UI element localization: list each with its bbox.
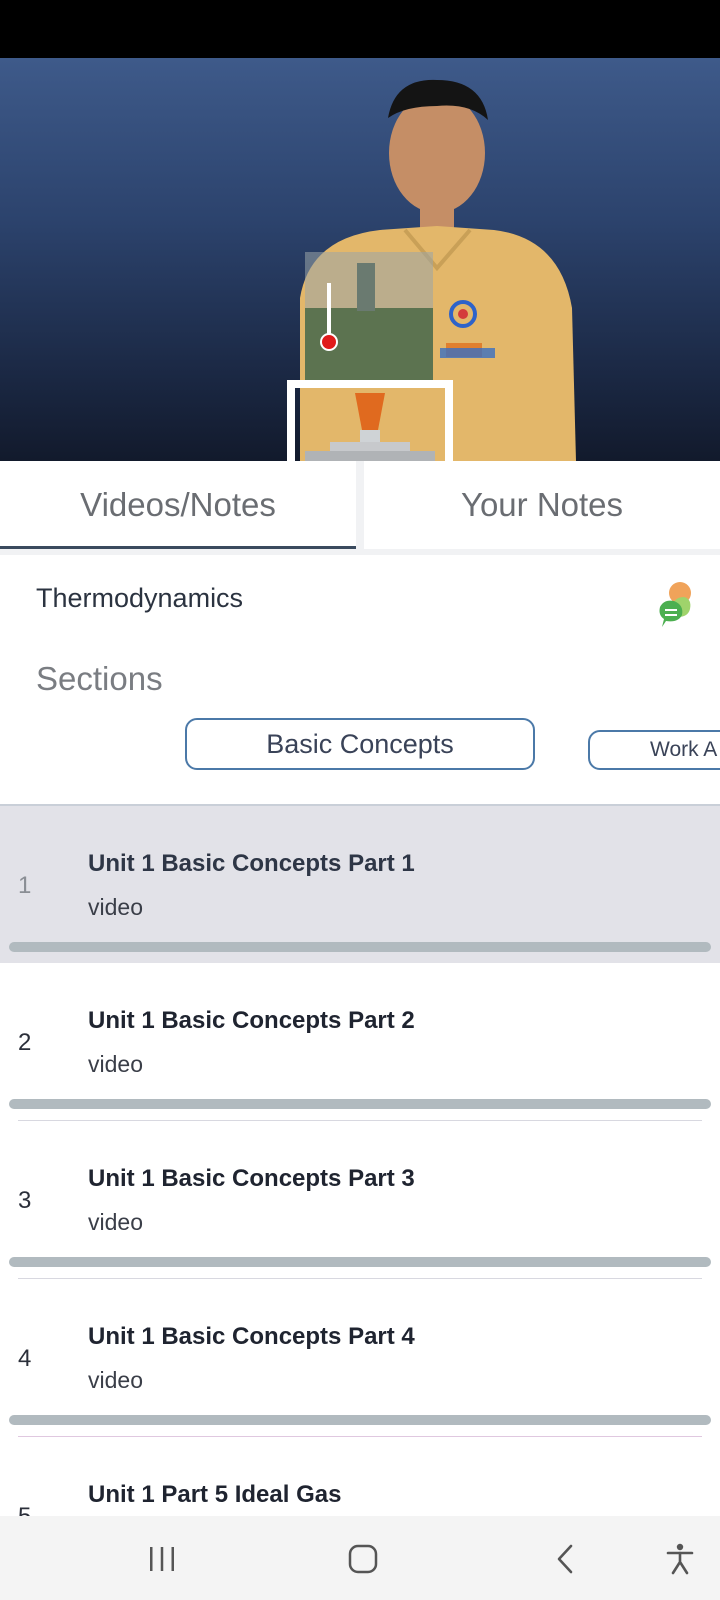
recent-apps-icon[interactable] <box>137 1534 187 1584</box>
lesson-index: 1 <box>18 872 32 899</box>
accessibility-icon[interactable] <box>655 1534 705 1584</box>
home-icon[interactable] <box>338 1534 388 1584</box>
lesson-row[interactable]: 1 Unit 1 Basic Concepts Part 1 video <box>0 806 720 963</box>
lesson-progress-bar <box>9 1257 711 1267</box>
content-tabs: Videos/Notes Your Notes <box>0 461 720 555</box>
lesson-index: 3 <box>18 1187 32 1214</box>
tab-videos-notes[interactable]: Videos/Notes <box>0 461 356 549</box>
lesson-row[interactable]: 2 Unit 1 Basic Concepts Part 2 video <box>0 963 720 1120</box>
lesson-progress-bar <box>9 1099 711 1109</box>
lesson-title: Unit 1 Part 5 Ideal Gas <box>88 1481 342 1508</box>
status-bar <box>0 0 720 58</box>
lesson-title: Unit 1 Basic Concepts Part 1 <box>88 850 415 877</box>
section-chip-work[interactable]: Work A <box>588 730 720 770</box>
section-chip-basic-concepts[interactable]: Basic Concepts <box>185 718 535 770</box>
lesson-type: video <box>88 1209 143 1235</box>
lesson-title: Unit 1 Basic Concepts Part 2 <box>88 1007 415 1034</box>
lecture-video-frame <box>287 79 576 461</box>
lesson-title: Unit 1 Basic Concepts Part 3 <box>88 1165 415 1192</box>
lesson-progress-bar <box>9 942 711 952</box>
lesson-progress-bar <box>9 1415 711 1425</box>
back-icon[interactable] <box>541 1534 591 1584</box>
tab-your-notes[interactable]: Your Notes <box>364 461 720 549</box>
lesson-row[interactable]: 3 Unit 1 Basic Concepts Part 3 video <box>0 1121 720 1278</box>
chat-bubbles-icon[interactable] <box>658 581 694 627</box>
lesson-row[interactable]: 4 Unit 1 Basic Concepts Part 4 video <box>0 1279 720 1436</box>
lesson-title: Unit 1 Basic Concepts Part 4 <box>88 1323 415 1350</box>
lesson-list: 1 Unit 1 Basic Concepts Part 1 video 2 U… <box>0 806 720 1516</box>
system-nav-bar <box>0 1516 720 1600</box>
lesson-row[interactable]: 5 Unit 1 Part 5 Ideal Gas video <box>0 1437 720 1516</box>
lesson-type: video <box>88 1051 143 1077</box>
lesson-index: 2 <box>18 1029 32 1056</box>
lesson-index: 5 <box>18 1503 31 1516</box>
video-player[interactable] <box>0 58 720 461</box>
sections-label: Sections <box>36 660 163 697</box>
course-title: Thermodynamics <box>36 583 244 613</box>
lesson-type: video <box>88 1367 143 1393</box>
lesson-type: video <box>88 894 143 920</box>
lesson-index: 4 <box>18 1345 32 1372</box>
tab-divider <box>356 461 364 549</box>
